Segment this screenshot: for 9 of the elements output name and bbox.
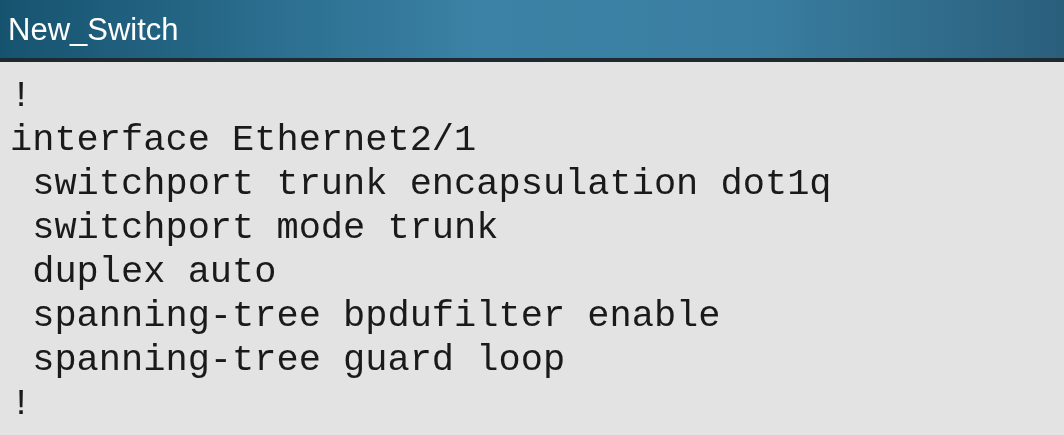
console-line: interface Ethernet2/1	[10, 118, 477, 162]
console-line: spanning-tree bpdufilter enable	[31, 294, 721, 338]
console-line: !	[10, 74, 33, 118]
console-line: duplex auto	[31, 250, 277, 294]
console-line: spanning-tree guard loop	[31, 338, 566, 382]
console-line: switchport mode trunk	[31, 206, 499, 250]
console-line: !	[10, 382, 33, 426]
console-line: switchport trunk encapsulation dot1q	[31, 162, 832, 206]
window-title: New_Switch	[8, 13, 179, 45]
